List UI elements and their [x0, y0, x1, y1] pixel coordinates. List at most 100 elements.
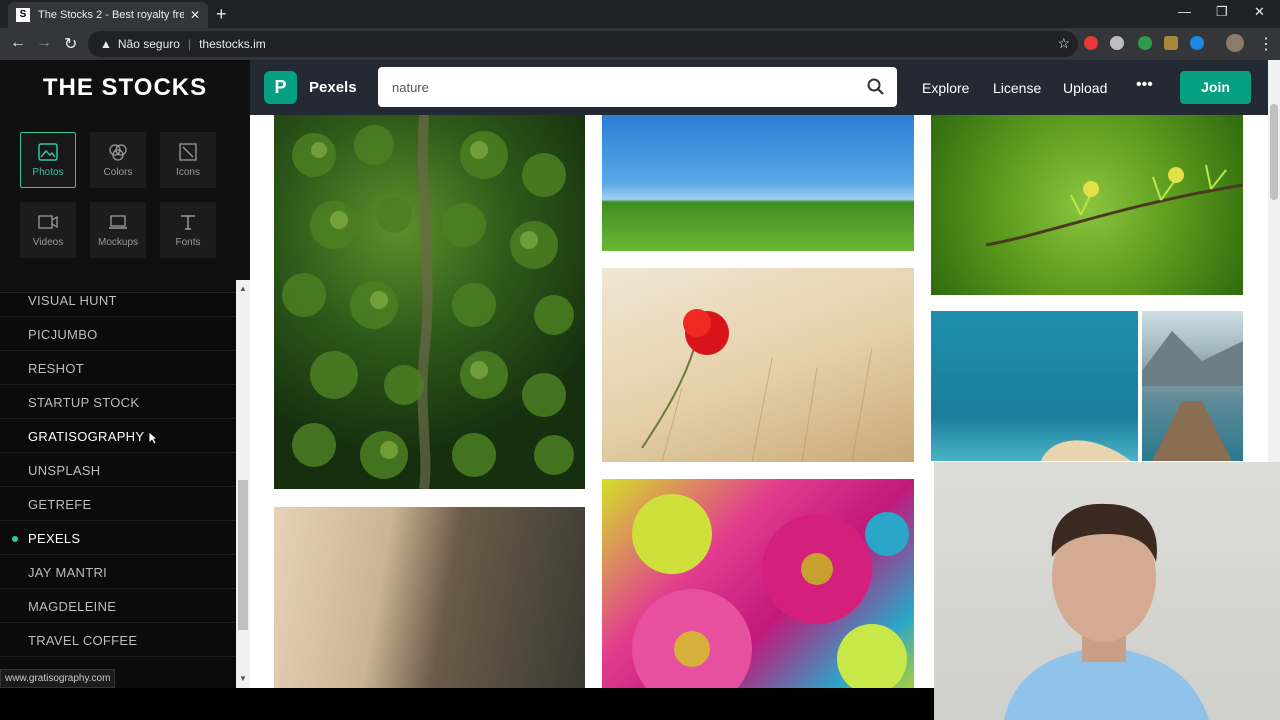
site-label: JAY MANTRI: [28, 565, 108, 580]
palette-icon: [109, 143, 127, 161]
photo-green-field[interactable]: [602, 115, 914, 251]
site-label: STARTUP STOCK: [28, 395, 140, 410]
nav-license[interactable]: License: [993, 80, 1041, 96]
site-item-pexels[interactable]: PEXELS: [0, 521, 236, 555]
browser-window: S The Stocks 2 - Best royalty free st ✕ …: [0, 0, 1280, 720]
extension-blue-icon[interactable]: [1190, 36, 1204, 50]
site-logo[interactable]: THE STOCKS: [0, 74, 250, 102]
back-icon[interactable]: ←: [10, 34, 26, 52]
site-label: PICJUMBO: [28, 327, 98, 342]
category-icons[interactable]: Icons: [160, 132, 216, 188]
close-window-icon[interactable]: ✕: [1254, 4, 1265, 20]
page-scroll-thumb[interactable]: [1270, 104, 1278, 200]
site-item-getrefe[interactable]: GETREFE: [0, 487, 236, 521]
bookmark-star-icon[interactable]: ☆: [1057, 35, 1070, 52]
scroll-down-icon[interactable]: ▼: [239, 674, 247, 683]
pexels-brand[interactable]: Pexels: [309, 79, 357, 96]
sidebar-scrollbar[interactable]: ▲ ▼: [236, 280, 250, 688]
extension-photo-icon[interactable]: [1164, 36, 1178, 50]
favicon-icon: S: [16, 8, 30, 22]
search-value: nature: [392, 80, 429, 95]
maximize-icon[interactable]: ❐: [1216, 4, 1228, 20]
omnibox-separator: |: [187, 37, 192, 51]
category-label: Icons: [176, 166, 200, 178]
presenter-silhouette: [1004, 503, 1209, 720]
extension-gray-icon[interactable]: [1110, 36, 1124, 50]
sidebar-scroll-thumb[interactable]: [238, 480, 248, 630]
photo-icon: [38, 142, 58, 161]
url-text: thestocks.im: [199, 37, 266, 51]
flowers-shape: [632, 494, 909, 688]
new-tab-icon[interactable]: +: [216, 4, 227, 25]
address-bar: ← → ↻ ▲ Não seguro | thestocks.im ☆ ⋮: [0, 28, 1280, 60]
more-menu-icon[interactable]: •••: [1136, 76, 1153, 94]
security-label: Não seguro: [117, 37, 180, 51]
photo-gerbera-flowers[interactable]: [602, 479, 914, 688]
status-bar-url: www.gratisography.com: [0, 669, 116, 688]
nav-explore[interactable]: Explore: [922, 80, 969, 96]
poppy-shape: [641, 309, 873, 462]
pier-shape: [1142, 331, 1243, 461]
site-item-travel-coffee[interactable]: TRAVEL COFFEE: [0, 623, 236, 657]
site-item-gratisography[interactable]: GRATISOGRAPHY: [0, 419, 236, 453]
extension-evernote-icon[interactable]: [1138, 36, 1152, 50]
pexels-header: P Pexels nature Explore License Upload •…: [250, 60, 1268, 115]
reload-icon[interactable]: ↻: [64, 34, 77, 54]
scroll-up-icon[interactable]: ▲: [239, 284, 247, 293]
site-label: VISUAL HUNT: [28, 293, 117, 308]
sidebar: THE STOCKS Photos Colors Icons Videos Mo…: [0, 60, 250, 688]
site-item-picjumbo[interactable]: PICJUMBO: [0, 317, 236, 351]
forward-icon[interactable]: →: [36, 34, 52, 52]
photo-turquoise-lake[interactable]: [931, 311, 1138, 461]
join-button[interactable]: Join: [1180, 71, 1251, 104]
warning-icon: ▲: [100, 37, 112, 51]
mouse-cursor-icon: [148, 431, 158, 445]
profile-avatar[interactable]: [1226, 34, 1244, 52]
font-icon: [181, 214, 195, 230]
site-item-magdeleine[interactable]: MAGDELEINE: [0, 589, 236, 623]
category-label: Mockups: [97, 236, 138, 248]
site-item-visual-hunt[interactable]: VISUAL HUNT: [0, 283, 236, 317]
photo-red-poppy[interactable]: [602, 268, 914, 462]
site-label: UNSPLASH: [28, 463, 101, 478]
category-label: Colors: [103, 166, 133, 178]
site-label: RESHOT: [28, 361, 84, 376]
category-label: Videos: [32, 236, 64, 248]
site-item-unsplash[interactable]: UNSPLASH: [0, 453, 236, 487]
category-label: Fonts: [175, 236, 201, 248]
browser-tab[interactable]: S The Stocks 2 - Best royalty free st ✕: [8, 2, 208, 28]
icons-icon: [179, 142, 197, 161]
photo-waterfall[interactable]: [274, 507, 585, 688]
branch-shape: [985, 164, 1243, 247]
category-fonts[interactable]: Fonts: [160, 202, 216, 258]
search-input[interactable]: nature: [378, 67, 897, 107]
video-icon: [38, 214, 58, 229]
tab-bar: S The Stocks 2 - Best royalty free st ✕ …: [0, 0, 1280, 28]
minimize-icon[interactable]: —: [1178, 4, 1191, 19]
sandbar-shape: [1041, 440, 1131, 461]
extension-red-icon[interactable]: [1084, 36, 1098, 50]
category-mockups[interactable]: Mockups: [90, 202, 146, 258]
photo-mountain-pier[interactable]: [1142, 311, 1243, 461]
browser-menu-icon[interactable]: ⋮: [1258, 34, 1274, 54]
pexels-logo[interactable]: P: [264, 71, 297, 104]
category-grid: Photos Colors Icons Videos Mockups Fonts: [20, 132, 230, 258]
site-item-jay-mantri[interactable]: JAY MANTRI: [0, 555, 236, 589]
site-label: TRAVEL COFFEE: [28, 633, 138, 648]
category-label: Photos: [32, 166, 64, 178]
site-item-reshot[interactable]: RESHOT: [0, 351, 236, 385]
site-label: GETREFE: [28, 497, 92, 512]
webcam-overlay: [934, 462, 1280, 720]
omnibox[interactable]: ▲ Não seguro | thestocks.im ☆: [88, 31, 1078, 57]
close-tab-icon[interactable]: ✕: [190, 8, 200, 22]
nav-upload[interactable]: Upload: [1063, 80, 1107, 96]
category-videos[interactable]: Videos: [20, 202, 76, 258]
laptop-icon: [109, 214, 127, 229]
site-label: GRATISOGRAPHY: [28, 429, 145, 444]
photo-larch-branch[interactable]: [931, 115, 1243, 295]
photo-forest-aerial[interactable]: [274, 115, 585, 489]
category-colors[interactable]: Colors: [90, 132, 146, 188]
site-item-startup-stock[interactable]: STARTUP STOCK: [0, 385, 236, 419]
search-icon[interactable]: [867, 78, 885, 96]
category-photos[interactable]: Photos: [20, 132, 76, 188]
